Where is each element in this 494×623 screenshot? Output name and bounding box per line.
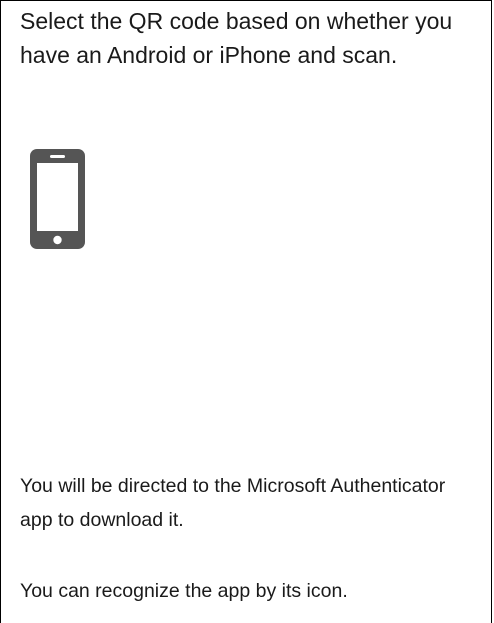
download-instruction-text: You will be directed to the Microsoft Au… (20, 475, 446, 531)
app-recognition-text: You can recognize the app by its icon. (20, 580, 348, 602)
instruction-heading: Select the QR code based on whether you … (20, 8, 453, 68)
smartphone-icon (30, 149, 85, 249)
content-panel: Select the QR code based on whether you … (0, 0, 492, 623)
